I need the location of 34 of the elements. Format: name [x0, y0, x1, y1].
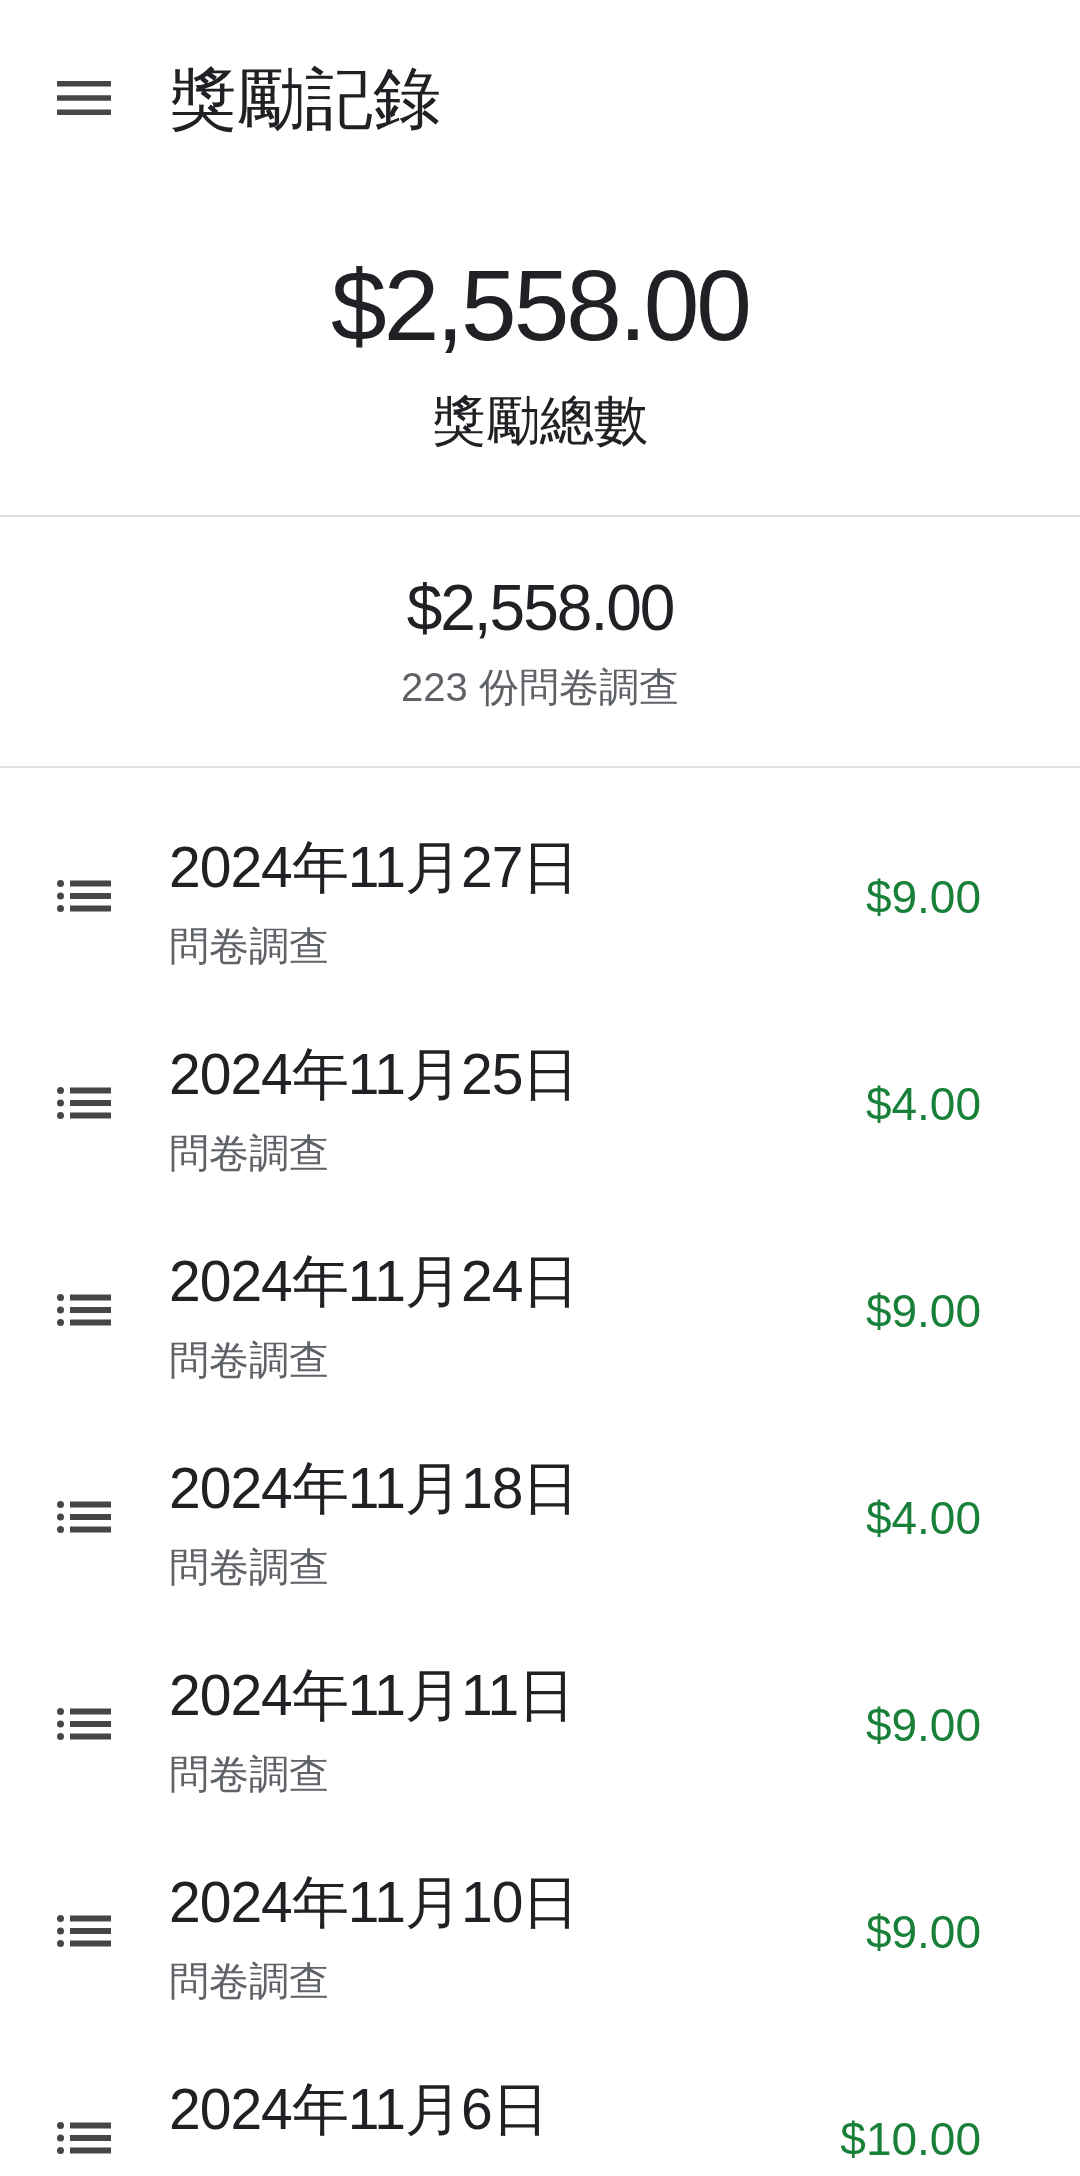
reward-amount: $9.00 [865, 1698, 981, 1753]
total-amount: $2,558.00 [331, 248, 749, 363]
reward-date: 2024年11月10日 [169, 1869, 579, 1936]
reward-type: 問卷調查 [169, 1958, 329, 2005]
reward-amount: $10.00 [840, 2112, 981, 2167]
list-icon [57, 1087, 111, 1119]
reward-date: 2024年11月18日 [169, 1455, 579, 1522]
list-icon [57, 1915, 111, 1947]
reward-amount: $4.00 [865, 1491, 981, 1546]
reward-amount: $9.00 [865, 1905, 981, 1960]
reward-type: 問卷調查 [169, 1130, 329, 1177]
list-icon [57, 2122, 111, 2154]
reward-amount: $4.00 [865, 1077, 981, 1132]
reward-amount: $9.00 [865, 870, 981, 925]
reward-date: 2024年11月27日 [169, 834, 579, 901]
reward-type: 問卷調查 [169, 1751, 329, 1798]
list-icon [57, 1501, 111, 1533]
reward-date: 2024年11月11日 [169, 1662, 575, 1729]
reward-type: 問卷調查 [169, 1337, 329, 1384]
total-label: 獎勵總數 [432, 389, 648, 452]
reward-date: 2024年11月25日 [169, 1041, 579, 1108]
list-icon [57, 880, 111, 912]
survey-total-amount: $2,558.00 [406, 571, 674, 646]
list-icon [57, 1294, 111, 1326]
menu-button[interactable] [57, 81, 111, 115]
reward-date: 2024年11月6日 [169, 2076, 548, 2143]
reward-type: 問卷調查 [169, 923, 329, 970]
survey-count: 223 份問卷調查 [401, 664, 679, 711]
reward-date: 2024年11月24日 [169, 1248, 579, 1315]
reward-type: 問卷調查 [169, 1544, 329, 1591]
page-title: 獎勵記錄 [169, 59, 441, 138]
reward-amount: $9.00 [865, 1284, 981, 1339]
menu-icon [57, 81, 111, 115]
list-icon [57, 1708, 111, 1740]
